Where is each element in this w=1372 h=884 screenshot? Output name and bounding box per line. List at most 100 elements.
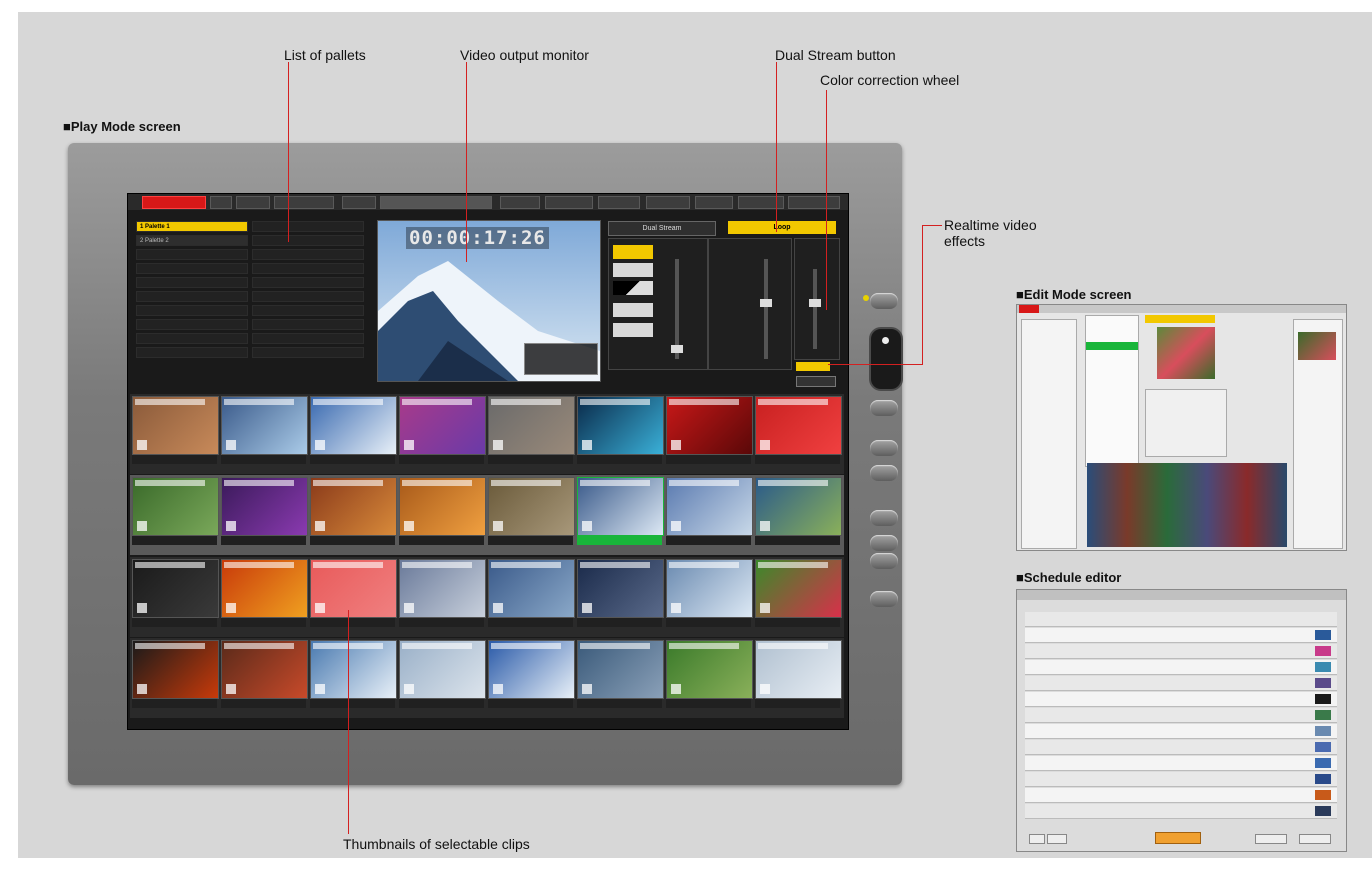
pallet-item-19[interactable] <box>252 333 364 344</box>
clip-thumbnail[interactable] <box>488 559 575 618</box>
schedule-row[interactable] <box>1025 724 1337 739</box>
clip-thumbnail[interactable] <box>221 640 308 699</box>
effect-toggle-button[interactable] <box>796 362 830 371</box>
schedule-ok-button[interactable] <box>1299 834 1331 844</box>
pallet-item-12[interactable] <box>252 235 364 246</box>
schedule-primary-button[interactable] <box>1155 832 1201 844</box>
schedule-row[interactable] <box>1025 788 1337 803</box>
clip-thumbnail[interactable] <box>666 559 753 618</box>
toolbar-button-5[interactable] <box>342 196 376 209</box>
clip-thumbnail[interactable] <box>577 559 664 618</box>
clip-thumbnail[interactable] <box>755 559 842 618</box>
pallet-item-14[interactable] <box>252 263 364 274</box>
clip-thumbnail[interactable] <box>221 477 308 536</box>
toolbar-button-12[interactable] <box>788 196 840 209</box>
clip-thumbnail[interactable] <box>310 396 397 455</box>
pallet-item-6[interactable] <box>136 291 248 302</box>
clip-thumbnail[interactable] <box>755 477 842 536</box>
clip-thumbnail[interactable] <box>488 396 575 455</box>
schedule-delete-button[interactable] <box>1047 834 1067 844</box>
clip-thumbnail[interactable] <box>221 396 308 455</box>
wipe-effect-2[interactable] <box>613 263 653 277</box>
pallet-item-18[interactable] <box>252 319 364 330</box>
toolbar-red-button[interactable] <box>142 196 206 209</box>
bezel-button-4[interactable] <box>870 465 898 481</box>
schedule-row[interactable] <box>1025 660 1337 675</box>
effects-menu-button[interactable] <box>796 376 836 387</box>
edit-mode-tab[interactable] <box>1019 305 1039 313</box>
fade-slider[interactable] <box>760 259 772 359</box>
wipe-effect-5[interactable] <box>613 323 653 337</box>
wipe-effect-3[interactable] <box>613 281 653 295</box>
pallet-item-4[interactable] <box>136 263 248 274</box>
schedule-row[interactable] <box>1025 676 1337 691</box>
clip-thumbnail[interactable] <box>310 640 397 699</box>
pallet-item-7[interactable] <box>136 305 248 316</box>
pallet-item-13[interactable] <box>252 249 364 260</box>
pallet-item-17[interactable] <box>252 305 364 316</box>
clip-thumbnail[interactable] <box>221 559 308 618</box>
clip-thumbnail[interactable] <box>666 477 753 536</box>
transition-time-thumb[interactable] <box>671 345 683 353</box>
clip-thumbnail[interactable] <box>132 640 219 699</box>
bezel-button-3[interactable] <box>870 440 898 456</box>
pallet-item-9[interactable] <box>136 333 248 344</box>
clip-thumbnail[interactable] <box>132 396 219 455</box>
wipe-effect-selected[interactable] <box>613 245 653 259</box>
toolbar-button-4[interactable] <box>274 196 334 209</box>
transition-time-slider[interactable] <box>671 259 683 359</box>
schedule-row[interactable] <box>1025 708 1337 723</box>
schedule-row[interactable] <box>1025 644 1337 659</box>
color-correction-thumb[interactable] <box>809 299 821 307</box>
pallet-item-16[interactable] <box>252 291 364 302</box>
schedule-row[interactable] <box>1025 740 1337 755</box>
clip-thumbnail[interactable] <box>666 640 753 699</box>
clip-thumbnail[interactable] <box>132 559 219 618</box>
bezel-button-6[interactable] <box>870 535 898 551</box>
pallet-item-20[interactable] <box>252 347 364 358</box>
clip-thumbnail[interactable] <box>310 559 397 618</box>
toolbar-button-7[interactable] <box>545 196 593 209</box>
fade-thumb[interactable] <box>760 299 772 307</box>
clip-thumbnail[interactable] <box>577 640 664 699</box>
bezel-button-1[interactable] <box>870 293 898 309</box>
schedule-row[interactable] <box>1025 756 1337 771</box>
pallet-item-2[interactable]: 2 Palette 2 <box>136 235 248 246</box>
toolbar-button-11[interactable] <box>738 196 784 209</box>
clip-thumbnail[interactable] <box>488 477 575 536</box>
clip-thumbnail[interactable] <box>399 559 486 618</box>
color-correction-slider[interactable] <box>809 269 821 349</box>
clip-thumbnail[interactable] <box>132 477 219 536</box>
bezel-button-2[interactable] <box>870 400 898 416</box>
schedule-row[interactable] <box>1025 772 1337 787</box>
pallet-item-10[interactable] <box>136 347 248 358</box>
schedule-add-button[interactable] <box>1029 834 1045 844</box>
clip-thumbnail[interactable] <box>755 396 842 455</box>
bezel-button-5[interactable] <box>870 510 898 526</box>
clip-thumbnail[interactable] <box>755 640 842 699</box>
clip-thumbnail[interactable] <box>488 640 575 699</box>
clip-thumbnail[interactable] <box>577 477 664 536</box>
schedule-row[interactable] <box>1025 612 1337 627</box>
clip-thumbnail[interactable] <box>666 396 753 455</box>
pallet-item-8[interactable] <box>136 319 248 330</box>
wipe-effect-4[interactable] <box>613 303 653 317</box>
loop-button[interactable]: Loop <box>728 221 836 234</box>
pallet-item-3[interactable] <box>136 249 248 260</box>
pallet-item-5[interactable] <box>136 277 248 288</box>
edit-clip-selected[interactable] <box>1086 342 1138 350</box>
toolbar-button-8[interactable] <box>598 196 640 209</box>
clip-thumbnail[interactable] <box>577 396 664 455</box>
clip-thumbnail[interactable] <box>399 640 486 699</box>
clip-thumbnail[interactable] <box>399 396 486 455</box>
toolbar-button-6[interactable] <box>500 196 540 209</box>
schedule-row[interactable] <box>1025 628 1337 643</box>
schedule-row[interactable] <box>1025 692 1337 707</box>
toolbar-button-9[interactable] <box>646 196 690 209</box>
pallet-item-11[interactable] <box>252 221 364 232</box>
clip-thumbnail[interactable] <box>310 477 397 536</box>
clip-thumbnail[interactable] <box>399 477 486 536</box>
bezel-jog-dial[interactable] <box>869 327 903 391</box>
bezel-button-7[interactable] <box>870 553 898 569</box>
schedule-row[interactable] <box>1025 804 1337 819</box>
